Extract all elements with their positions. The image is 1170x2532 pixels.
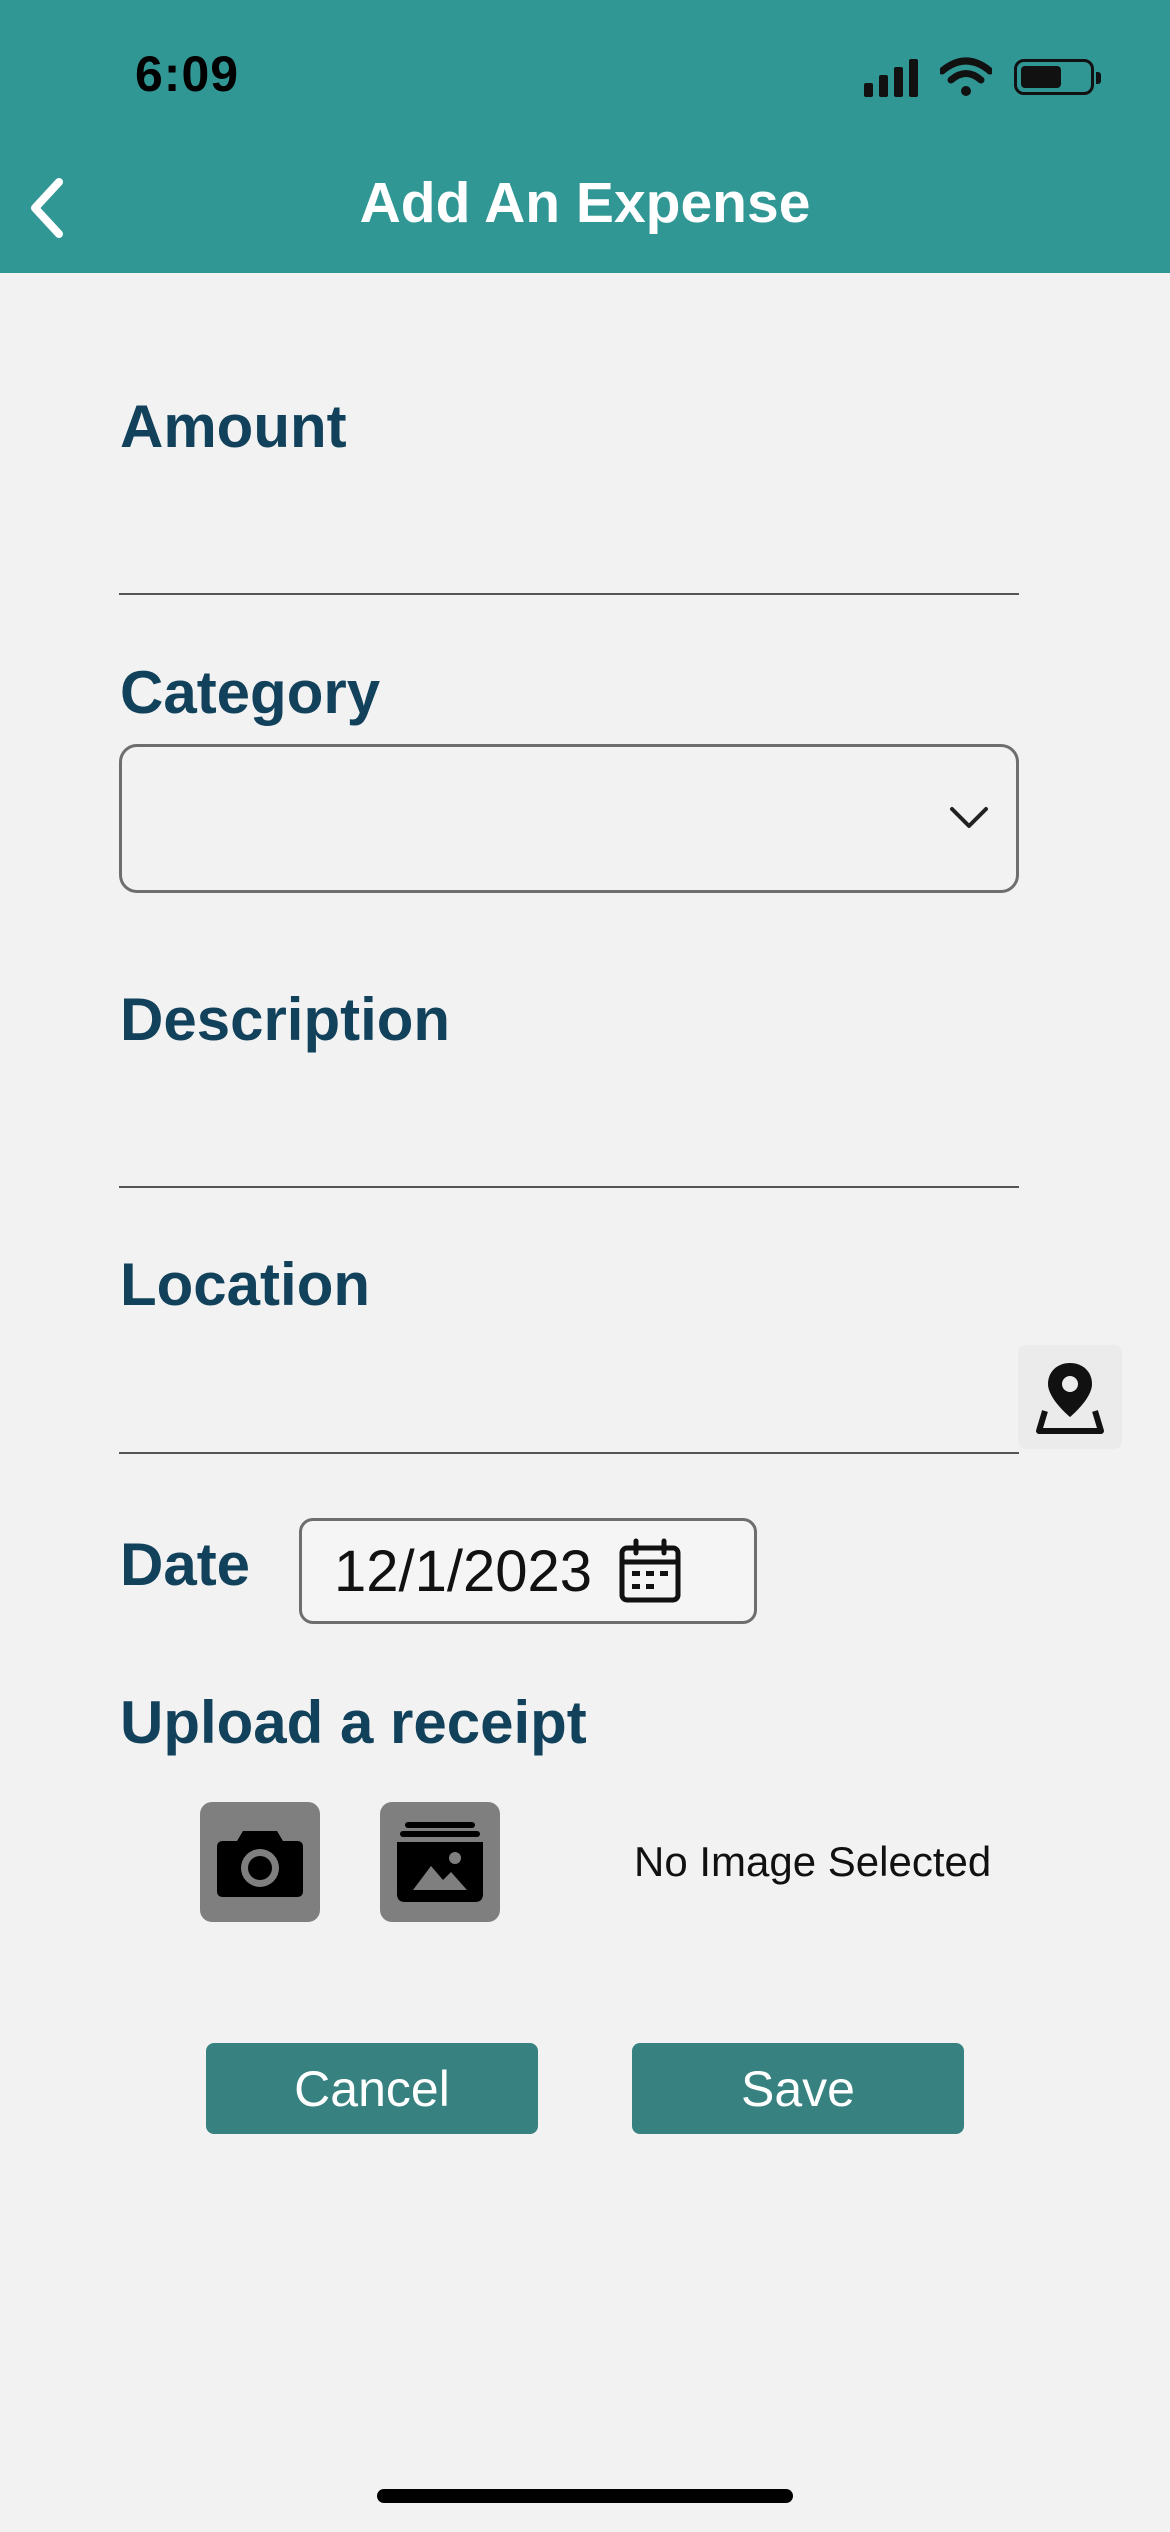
date-value: 12/1/2023 [334, 1538, 593, 1604]
battery-icon [1014, 59, 1101, 95]
status-icons [864, 52, 1101, 102]
cellular-signal-icon [864, 57, 918, 97]
calendar-icon [619, 1538, 681, 1603]
gallery-button[interactable] [380, 1802, 500, 1922]
chevron-down-icon [950, 807, 988, 828]
category-label: Category [120, 659, 381, 726]
date-label: Date [120, 1531, 251, 1598]
amount-label: Amount [120, 393, 347, 460]
upload-label: Upload a receipt [120, 1689, 587, 1756]
location-button[interactable] [1018, 1345, 1122, 1449]
date-picker[interactable]: 12/1/2023 [299, 1518, 757, 1624]
camera-icon [217, 1831, 303, 1897]
wifi-icon [940, 57, 992, 96]
save-button[interactable]: Save [632, 2043, 964, 2134]
no-image-status: No Image Selected [634, 1838, 992, 1885]
home-indicator [377, 2489, 793, 2503]
location-input[interactable] [119, 1374, 1019, 1454]
description-input[interactable] [119, 1108, 1019, 1188]
status-time: 6:09 [135, 46, 240, 102]
category-select[interactable] [119, 744, 1019, 893]
cancel-button[interactable]: Cancel [206, 2043, 538, 2134]
description-label: Description [120, 986, 451, 1053]
app-header: 6:09 Add An Expense [0, 0, 1170, 273]
location-pin-icon [1036, 1363, 1104, 1434]
amount-input[interactable] [119, 515, 1019, 595]
page-title: Add An Expense [359, 171, 811, 235]
camera-button[interactable] [200, 1802, 320, 1922]
gallery-icon [397, 1822, 483, 1902]
location-label: Location [120, 1251, 370, 1318]
